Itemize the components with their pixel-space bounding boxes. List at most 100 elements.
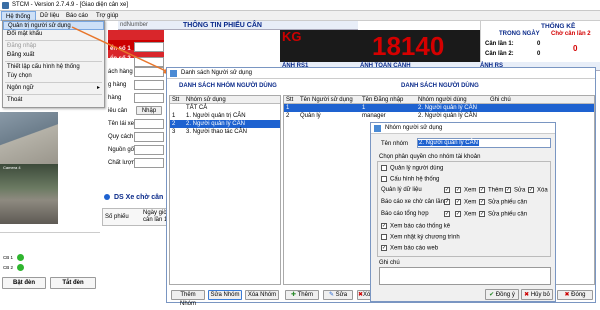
dong-y-button[interactable]: ✔ Đồng ý bbox=[485, 289, 519, 300]
cho-can-value: 0 bbox=[573, 44, 578, 53]
checkbox-checked-icon: ✓ bbox=[479, 211, 485, 217]
cho-can-label: Chờ cân lần 2 bbox=[551, 31, 591, 37]
perm-quan-ly-du-lieu[interactable]: Quản lý dữ liệu bbox=[381, 187, 422, 193]
them-button[interactable]: ✚ Thêm bbox=[285, 290, 319, 300]
checkbox-icon bbox=[381, 234, 387, 240]
stats-header: THỐNG KÊ bbox=[541, 23, 576, 30]
sub-label: Sửa phiếu cân bbox=[488, 199, 528, 206]
col-stt[interactable]: Stt bbox=[286, 97, 293, 103]
cb1-label: CB 1 bbox=[3, 255, 14, 260]
perm-bcth-sua[interactable]: ✓ Sửa phiếu cân bbox=[479, 211, 527, 218]
ds-xe-table-header: Số phiếu Ngày giờ cân lần 1 bbox=[102, 208, 170, 226]
perm-label-text: Cấu hình hệ thống bbox=[390, 176, 440, 183]
user-window-titlebar: Danh sách Người sử dụng bbox=[167, 68, 595, 79]
cancel-icon: ✖ bbox=[524, 292, 530, 298]
checkbox-icon bbox=[381, 176, 387, 182]
xoa-nhom-button[interactable]: Xóa Nhóm bbox=[245, 290, 279, 300]
group-row[interactable]: 3 3. Người thao tác CÂN bbox=[170, 128, 280, 136]
perm-qldl-main[interactable]: ✓ bbox=[444, 187, 453, 194]
perm-qldl-xem[interactable]: ✓ Xem bbox=[455, 187, 476, 194]
perm-qldl-sua[interactable]: ✓ Sửa bbox=[505, 187, 525, 194]
col-so-phieu[interactable]: Số phiếu bbox=[105, 214, 129, 220]
group-row-selected[interactable]: 2 2. Người quản lý CÂN bbox=[170, 120, 280, 128]
them-nhom-button[interactable]: Thêm Nhóm bbox=[171, 290, 205, 307]
camera-title: Camera 4 bbox=[3, 165, 21, 170]
perm-bccc-sua[interactable]: ✓ Sửa phiếu cân bbox=[479, 199, 527, 206]
perm-label-text: Báo cáo xe chờ cân lần 2 bbox=[381, 199, 449, 205]
col-stt[interactable]: Stt bbox=[172, 97, 179, 103]
quy-cach-field[interactable] bbox=[134, 132, 164, 142]
ma-hang-field[interactable] bbox=[134, 93, 164, 103]
perm-label-text: Xem báo cáo web bbox=[390, 245, 439, 252]
perm-cau-hinh[interactable]: Cấu hình hệ thống bbox=[381, 176, 439, 183]
can-lan1-value: 0 bbox=[537, 41, 541, 47]
perm-nhat-ky[interactable]: Xem nhật ký chương trình bbox=[381, 234, 460, 241]
nhap-button[interactable]: Nhập bbox=[136, 106, 162, 115]
col-nhom[interactable]: Nhóm sử dụng bbox=[186, 96, 226, 104]
perm-bccc-main[interactable]: ✓ bbox=[444, 199, 453, 206]
menu-item-ngon-ngu[interactable]: Ngôn ngữ ▸ bbox=[3, 84, 104, 93]
edit-icon: ✎ bbox=[328, 292, 334, 298]
perm-quan-ly-nguoi-dung[interactable]: Quản lý người dùng bbox=[381, 165, 443, 172]
perm-bao-cao-cho-can[interactable]: Báo cáo xe chờ cân lần 2 bbox=[381, 199, 449, 205]
group-row[interactable]: 1 1. Người quản trị CÂN bbox=[170, 112, 280, 120]
ten-lai-xe-field[interactable] bbox=[134, 119, 164, 129]
checkbox-checked-icon: ✓ bbox=[528, 187, 534, 193]
perm-bcth-main[interactable]: ✓ bbox=[444, 211, 453, 218]
unit-label: KG bbox=[282, 29, 302, 44]
ghi-chu-label: Ghi chú bbox=[379, 260, 400, 266]
cb2-status-icon bbox=[17, 264, 24, 271]
sua-label: Sửa bbox=[335, 292, 348, 298]
huy-bo-label: Hủy bỏ bbox=[530, 292, 550, 298]
trong-ngay-label: TRONG NGÀY bbox=[499, 31, 540, 37]
cb2-label: CB 2 bbox=[3, 265, 14, 270]
perm-label-text: Xem nhật ký chương trình bbox=[390, 234, 460, 241]
group-row[interactable]: TẤT CẢ bbox=[170, 104, 280, 112]
ten-nhom-value: 2. Người quản lý CÂN bbox=[418, 140, 479, 146]
perm-bcth-xem[interactable]: ✓ Xem bbox=[455, 211, 476, 218]
menu-item-thoat[interactable]: Thoát bbox=[3, 96, 104, 105]
perm-bao-cao-tong-hop[interactable]: Báo cáo tổng hợp bbox=[381, 211, 429, 217]
perm-label-text: Quản lý người dùng bbox=[390, 165, 444, 172]
sua-button[interactable]: ✎ Sửa bbox=[323, 290, 353, 300]
col-nhom-nguoi-dung[interactable]: Nhóm người dùng bbox=[418, 96, 467, 104]
annotation-arrow-icon bbox=[71, 26, 172, 75]
perm-qldl-xoa[interactable]: ✓ Xóa bbox=[528, 187, 548, 194]
sub-label: Xem bbox=[464, 211, 477, 218]
tat-den-button[interactable]: Tắt đèn bbox=[50, 277, 96, 289]
col-dang-nhap[interactable]: Tên Đăng nhập bbox=[362, 96, 403, 104]
perm-qldl-them[interactable]: ✓ Thêm bbox=[479, 187, 503, 194]
bat-den-button[interactable]: Bật đèn bbox=[2, 277, 46, 289]
add-icon: ✚ bbox=[291, 292, 297, 298]
checkbox-checked-icon: ✓ bbox=[444, 211, 450, 217]
checkbox-checked-icon: ✓ bbox=[505, 187, 511, 193]
weigh-info-header: THÔNG TIN PHIẾU CÂN bbox=[183, 22, 262, 29]
ds-xe-icon bbox=[104, 194, 110, 200]
weight-value: 18140 bbox=[372, 31, 445, 61]
groups-table-header: Stt Nhóm sử dụng bbox=[170, 96, 280, 104]
close-icon: ✖ bbox=[564, 292, 570, 298]
checkbox-icon bbox=[381, 165, 387, 171]
ghi-chu-textarea[interactable] bbox=[379, 267, 551, 285]
checkbox-checked-icon: ✓ bbox=[381, 245, 387, 251]
sua-nhom-button[interactable]: Sửa Nhóm bbox=[208, 290, 242, 300]
nguon-goc-field[interactable] bbox=[134, 145, 164, 155]
camera-image-1 bbox=[0, 112, 58, 164]
sub-label: Xóa bbox=[537, 187, 548, 194]
col-ten[interactable]: Tên Người sử dụng bbox=[300, 96, 353, 104]
perm-label-text: Xem báo cáo thống kê bbox=[390, 223, 451, 230]
dong-button[interactable]: ✖ Đóng bbox=[557, 290, 593, 300]
perm-bao-cao-thong-ke[interactable]: ✓ Xem báo cáo thống kê bbox=[381, 223, 450, 230]
perm-bccc-xem[interactable]: ✓ Xem bbox=[455, 199, 476, 206]
col-ghi-chu[interactable]: Ghi chú bbox=[490, 96, 511, 104]
checkbox-checked-icon: ✓ bbox=[381, 223, 387, 229]
user-row[interactable]: 2 Quản lý manager 2. Người quản lý CÂN bbox=[284, 112, 594, 120]
user-row-selected[interactable]: 1 1 2. Người quản lý CÂN bbox=[284, 104, 594, 112]
group-dialog: Nhóm người sử dụng Tên nhóm 2. Người quả… bbox=[370, 122, 556, 302]
huy-bo-button[interactable]: ✖ Hủy bỏ bbox=[521, 289, 553, 300]
user-window-title: Danh sách Người sử dụng bbox=[181, 70, 253, 76]
ten-nhom-input[interactable]: 2. Người quản lý CÂN bbox=[417, 138, 551, 148]
perm-bao-cao-web[interactable]: ✓ Xem báo cáo web bbox=[381, 245, 438, 252]
chat-luong-field[interactable] bbox=[134, 158, 164, 168]
hang-field[interactable] bbox=[134, 80, 164, 90]
